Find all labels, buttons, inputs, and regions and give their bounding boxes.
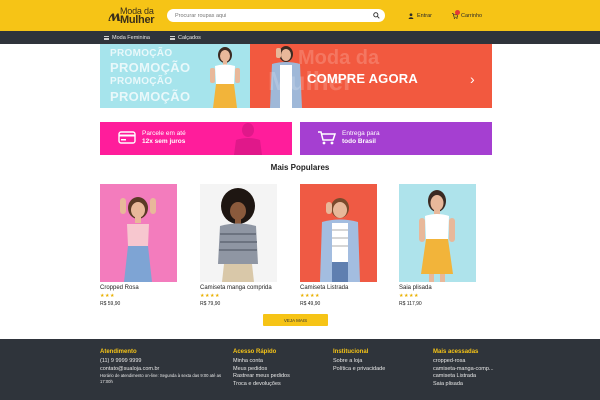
promo-text: PROMOÇÃO <box>110 76 173 87</box>
footer-link[interactable]: Minha conta <box>233 358 290 366</box>
hero-cta-text[interactable]: COMPRE AGORA <box>307 71 418 86</box>
shipping-text: Entrega para todo Brasil <box>342 130 380 145</box>
footer-link[interactable]: cropped-rosa <box>433 358 494 366</box>
nav-item-moda-feminina[interactable]: Moda Feminina <box>104 31 150 44</box>
footer-link[interactable]: camiseta Listrada <box>433 373 494 381</box>
product-price: R$ 59,90 <box>100 301 121 307</box>
shopping-cart-icon <box>318 131 336 145</box>
rating-stars: ★★★★ <box>399 293 419 299</box>
cart-link[interactable]: Carrinho <box>452 9 483 20</box>
footer-link[interactable]: Política e privacidade <box>333 366 385 374</box>
product-photo <box>218 188 258 282</box>
promo-text: PROMOÇÃO <box>110 48 173 59</box>
product-image[interactable] <box>100 184 177 282</box>
footer-column-atendimento: Atendimento (11) 9 9999 9999 contato@sua… <box>100 349 221 385</box>
product-name[interactable]: Camiseta manga comprida <box>200 285 277 291</box>
cart-icon-wrap <box>452 9 460 19</box>
category-nav: Moda Feminina Calçados <box>0 31 600 44</box>
product-image[interactable] <box>200 184 277 282</box>
shipping-banner[interactable]: Entrega para todo Brasil <box>300 122 492 155</box>
footer-column-title: Acesso Rápido <box>233 349 277 355</box>
installments-text: Parcele em até 12x sem juros <box>142 130 186 145</box>
product-photo <box>120 197 156 282</box>
rating-stars: ★★★★ <box>300 293 320 299</box>
footer-column-institucional: Institucional Sobre a loja Política e pr… <box>333 349 385 373</box>
search-icon[interactable] <box>373 12 380 19</box>
site-header: ʍ Moda da Mulher Entrar Carrinho <box>0 0 600 31</box>
product-price: R$ 79,90 <box>200 301 221 307</box>
see-more-button[interactable]: VEJA MAIS <box>263 314 328 326</box>
site-footer: Atendimento (11) 9 9999 9999 contato@sua… <box>0 339 600 400</box>
user-icon <box>408 12 414 19</box>
cart-label: Carrinho <box>461 12 483 19</box>
footer-link[interactable]: Saia plisada <box>433 381 494 389</box>
product-name[interactable]: Camiseta Listrada <box>300 285 377 291</box>
logo-swirl-icon: ʍ <box>108 9 121 25</box>
footer-link[interactable]: Sobre a loja <box>333 358 385 366</box>
footer-column-mais-acessadas: Mais acessadas cropped-rosa camiseta-man… <box>433 349 494 388</box>
product-card[interactable]: Saia plisada ★★★★ R$ 117,90 <box>399 184 476 307</box>
product-image[interactable] <box>300 184 377 282</box>
footer-column-title: Atendimento <box>100 349 137 355</box>
contact-email[interactable]: contato@sualoja.com.br <box>100 366 221 374</box>
logo-text-bottom: Mulher <box>120 14 155 26</box>
hero-promo-panel: PROMOÇÃO PROMOÇÃO PROMOÇÃO PROMOÇÃO <box>100 44 250 108</box>
menu-bars-icon <box>170 35 175 40</box>
footer-link[interactable]: Meus pedidos <box>233 366 290 374</box>
rating-stars: ★★★ <box>100 293 115 299</box>
credit-card-icon <box>118 131 136 144</box>
footer-link[interactable]: Rastrear meus pedidos <box>233 373 290 381</box>
rating-stars: ★★★★ <box>200 293 220 299</box>
product-card[interactable]: Camiseta Listrada ★★★★ R$ 49,90 <box>300 184 377 307</box>
footer-column-title: Institucional <box>333 349 369 355</box>
carousel-next-icon[interactable]: › <box>470 71 475 87</box>
nav-item-label: Moda Feminina <box>112 34 150 41</box>
hero-banner[interactable]: PROMOÇÃO PROMOÇÃO PROMOÇÃO PROMOÇÃO Moda… <box>100 44 492 108</box>
hero-model-image <box>210 47 240 108</box>
login-link[interactable]: Entrar <box>408 11 432 20</box>
menu-bars-icon <box>104 35 109 40</box>
product-photo <box>419 190 455 282</box>
opening-hours: 17:00h <box>100 379 113 384</box>
product-card[interactable]: Camiseta manga comprida ★★★★ R$ 79,90 <box>200 184 277 307</box>
footer-column-title: Mais acessadas <box>433 349 479 355</box>
footer-column-acesso-rapido: Acesso Rápido Minha conta Meus pedidos R… <box>233 349 290 388</box>
product-photo <box>320 198 360 282</box>
installments-banner[interactable]: Parcele em até 12x sem juros <box>100 122 292 155</box>
promo-text: PROMOÇÃO <box>110 89 191 104</box>
product-name[interactable]: Cropped Rosa <box>100 285 177 291</box>
section-title: Mais Populares <box>270 163 330 172</box>
product-image[interactable] <box>399 184 476 282</box>
search-bar <box>167 9 385 22</box>
cart-count-badge <box>455 9 460 15</box>
product-name[interactable]: Saia plisada <box>399 285 476 291</box>
strip-model-image <box>234 123 262 155</box>
login-label: Entrar <box>417 12 432 19</box>
product-card[interactable]: Cropped Rosa ★★★ R$ 59,90 <box>100 184 177 307</box>
product-price: R$ 117,90 <box>399 301 422 307</box>
footer-link[interactable]: camiseta-manga-comp... <box>433 366 494 374</box>
promo-text: PROMOÇÃO <box>110 60 191 75</box>
product-price: R$ 49,90 <box>300 301 321 307</box>
opening-hours: Horário de atendimento on-line: Segunda … <box>100 373 222 378</box>
nav-item-calcados[interactable]: Calçados <box>170 31 201 44</box>
search-input[interactable] <box>175 9 365 22</box>
nav-item-label: Calçados <box>178 34 201 41</box>
phone-number[interactable]: (11) 9 9999 9999 <box>100 358 221 366</box>
footer-link[interactable]: Troca e devoluções <box>233 381 290 389</box>
store-logo[interactable]: ʍ Moda da Mulher <box>108 5 168 27</box>
